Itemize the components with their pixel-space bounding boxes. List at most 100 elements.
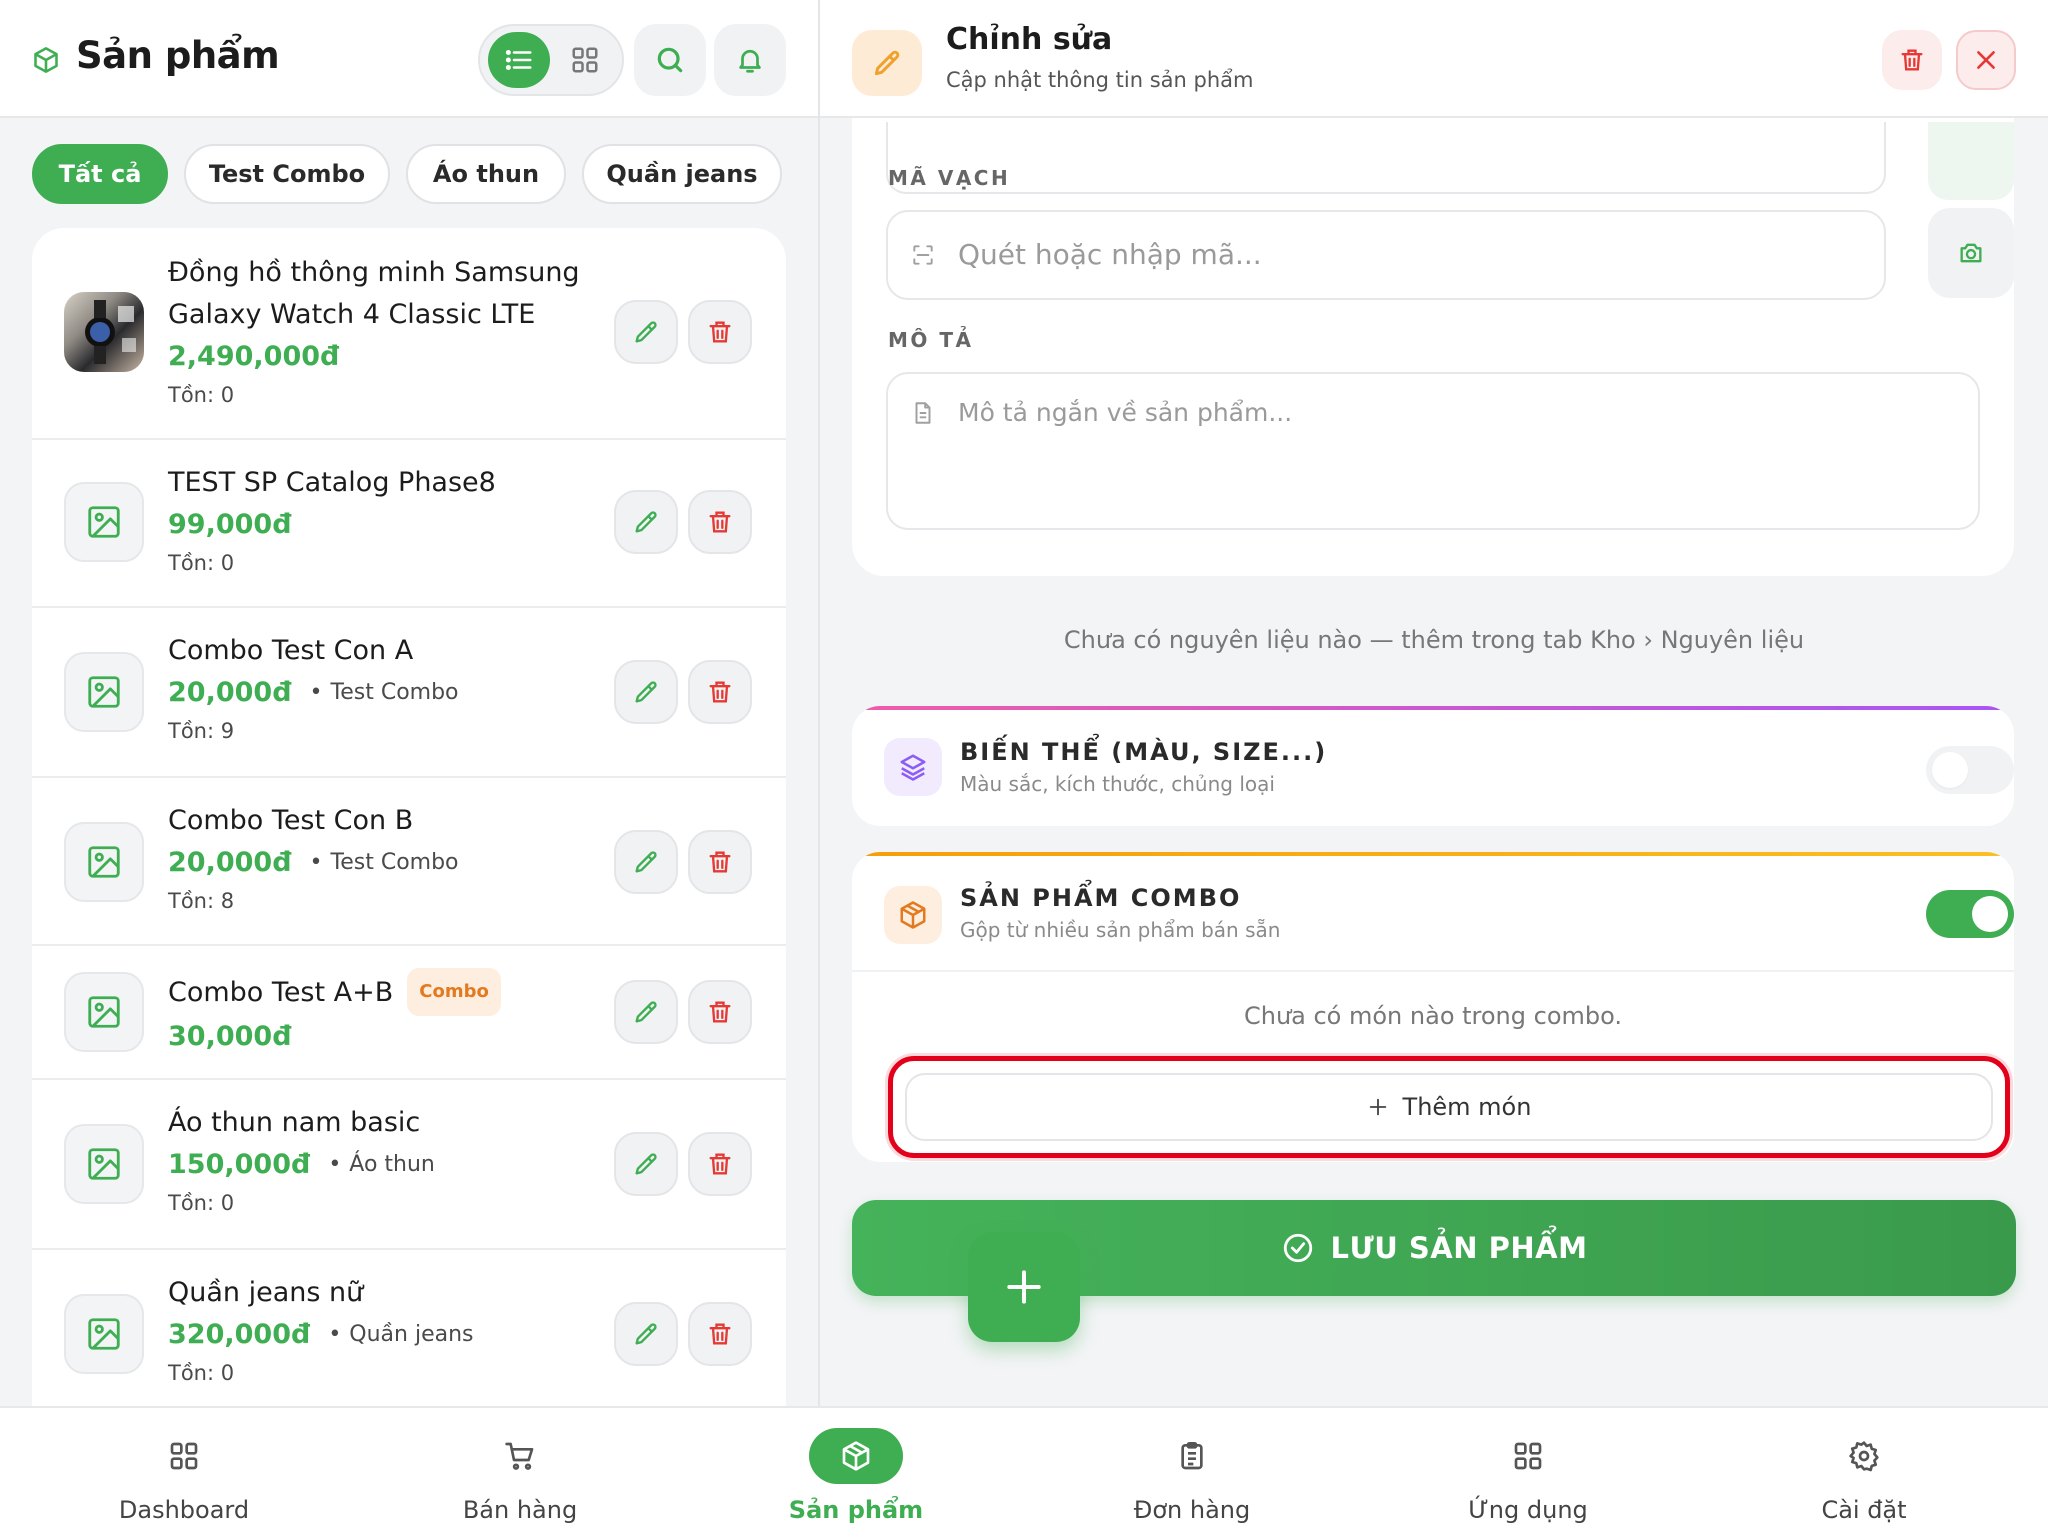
list-view-button[interactable]	[488, 32, 550, 88]
apps-icon	[1481, 1428, 1575, 1484]
delete-product-button[interactable]	[688, 1132, 752, 1196]
variants-toggle[interactable]	[1926, 746, 2014, 794]
product-info: Combo Test Con A 20,000đ Test Combo Tồn: …	[168, 630, 608, 750]
editor-subtitle: Cập nhật thông tin sản phẩm	[946, 68, 1254, 92]
combo-badge: Combo	[407, 968, 501, 1016]
nav-ban-hang[interactable]: Bán hàng	[400, 1408, 640, 1536]
description-textarea[interactable]: Mô tả ngắn về sản phẩm...	[886, 372, 1980, 530]
notifications-button[interactable]	[714, 24, 786, 96]
product-price: 30,000đ	[168, 1020, 292, 1052]
variants-accent-bar	[852, 706, 2014, 710]
product-form-card: MÃ VẠCH Quét hoặc nhập mã... MÔ TẢ Mô tả…	[852, 60, 2014, 576]
product-category: Quần jeans	[328, 1322, 473, 1347]
plus-icon	[1369, 1098, 1386, 1116]
delete-product-button[interactable]	[688, 830, 752, 894]
toggle-knob	[1932, 752, 1968, 788]
add-item-highlight: Thêm món	[888, 1056, 2010, 1158]
product-info: Quần jeans nữ 320,000đ Quần jeans Tồn: 0	[168, 1272, 608, 1392]
image-placeholder	[64, 652, 144, 732]
edit-product-button[interactable]	[614, 1302, 678, 1366]
delete-product-button[interactable]	[688, 490, 752, 554]
product-stock: Tồn: 8	[168, 889, 235, 913]
add-combo-item-label: Thêm món	[1402, 1093, 1532, 1121]
bell-icon	[739, 49, 761, 73]
edit-product-button[interactable]	[614, 830, 678, 894]
edit-product-button[interactable]	[614, 660, 678, 724]
product-row[interactable]: Combo Test Con A 20,000đ Test Combo Tồn: …	[32, 608, 786, 778]
product-row[interactable]: Combo Test Con B 20,000đ Test Combo Tồn: …	[32, 778, 786, 946]
delete-product-button[interactable]	[688, 660, 752, 724]
product-row[interactable]: Đồng hồ thông minh Samsung Galaxy Watch …	[32, 228, 786, 440]
product-stock: Tồn: 0	[168, 551, 235, 575]
dashboard-icon	[137, 1428, 231, 1484]
pencil-icon	[635, 681, 657, 703]
pencil-icon	[635, 321, 657, 343]
nav-cai-dat[interactable]: Cài đặt	[1744, 1408, 1984, 1536]
edit-product-button[interactable]	[614, 300, 678, 364]
cart-icon	[473, 1428, 567, 1484]
product-name: Áo thun nam basic	[168, 1107, 421, 1138]
pencil-icon	[852, 30, 922, 96]
delete-product-button[interactable]	[1882, 30, 1942, 90]
product-row[interactable]: TEST SP Catalog Phase8 99,000đ Tồn: 0	[32, 440, 786, 608]
previous-field-input[interactable]	[886, 122, 1886, 194]
gear-icon	[1817, 1428, 1911, 1484]
delete-product-button[interactable]	[688, 1302, 752, 1366]
barcode-label: MÃ VẠCH	[888, 166, 1011, 190]
product-list-header: Sản phẩm	[0, 0, 818, 118]
combo-subtitle: Gộp từ nhiều sản phẩm bán sẵn	[960, 918, 1281, 942]
pencil-icon	[635, 1323, 657, 1345]
product-list: Đồng hồ thông minh Samsung Galaxy Watch …	[32, 228, 786, 1406]
nav-don-hang[interactable]: Đơn hàng	[1072, 1408, 1312, 1536]
previous-field-button[interactable]	[1928, 122, 2014, 200]
nav-san-pham[interactable]: Sản phẩm	[736, 1408, 976, 1536]
close-icon	[1977, 51, 1995, 69]
chip-all[interactable]: Tất cả	[32, 144, 168, 204]
add-product-fab[interactable]	[968, 1232, 1080, 1342]
trash-icon	[1901, 49, 1923, 71]
document-icon	[910, 400, 936, 426]
image-icon	[88, 506, 120, 538]
product-info: Áo thun nam basic 150,000đ Áo thun Tồn: 0	[168, 1102, 608, 1222]
trash-icon	[709, 851, 731, 873]
product-name: Combo Test Con B	[168, 805, 414, 836]
delete-product-button[interactable]	[688, 980, 752, 1044]
camera-scan-button[interactable]	[1928, 208, 2014, 298]
add-combo-item-button[interactable]: Thêm món	[905, 1073, 1993, 1141]
chip-test-combo[interactable]: Test Combo	[184, 144, 390, 204]
chip-quan-jeans[interactable]: Quần jeans	[582, 144, 782, 204]
list-icon	[505, 50, 532, 70]
edit-product-button[interactable]	[614, 490, 678, 554]
box-icon	[809, 1428, 903, 1484]
clipboard-icon	[1145, 1428, 1239, 1484]
product-row[interactable]: Combo Test A+B Combo 30,000đ	[32, 946, 786, 1080]
grid-view-button[interactable]	[554, 32, 616, 88]
barcode-input[interactable]: Quét hoặc nhập mã...	[886, 210, 1886, 300]
product-category: Test Combo	[310, 850, 459, 875]
close-button[interactable]	[1956, 30, 2016, 90]
nav-dashboard[interactable]: Dashboard	[64, 1408, 304, 1536]
layers-icon	[884, 738, 942, 796]
product-row[interactable]: Quần jeans nữ 320,000đ Quần jeans Tồn: 0	[32, 1250, 786, 1406]
ingredients-hint: Chưa có nguyên liệu nào — thêm trong tab…	[1063, 626, 1805, 654]
image-placeholder	[64, 482, 144, 562]
trash-icon	[709, 681, 731, 703]
scan-icon	[910, 242, 936, 268]
product-row[interactable]: Áo thun nam basic 150,000đ Áo thun Tồn: 0	[32, 1080, 786, 1250]
product-price: 2,490,000đ	[168, 340, 340, 372]
nav-label: Bán hàng	[462, 1496, 578, 1524]
check-circle-icon	[1283, 1233, 1312, 1263]
chip-ao-thun[interactable]: Áo thun	[406, 144, 566, 204]
combo-divider	[852, 970, 2014, 972]
variants-title: BIẾN THỂ (MÀU, SIZE...)	[960, 738, 1328, 766]
delete-product-button[interactable]	[688, 300, 752, 364]
search-button[interactable]	[634, 24, 706, 96]
grid-icon	[572, 47, 598, 73]
product-info: TEST SP Catalog Phase8 99,000đ Tồn: 0	[168, 462, 608, 582]
category-filter-chips: Tất cả Test Combo Áo thun Quần jeans	[32, 144, 818, 204]
combo-toggle[interactable]	[1926, 890, 2014, 938]
edit-product-button[interactable]	[614, 980, 678, 1044]
nav-ung-dung[interactable]: Ứng dụng	[1408, 1408, 1648, 1536]
edit-product-button[interactable]	[614, 1132, 678, 1196]
trash-icon	[709, 1001, 731, 1023]
